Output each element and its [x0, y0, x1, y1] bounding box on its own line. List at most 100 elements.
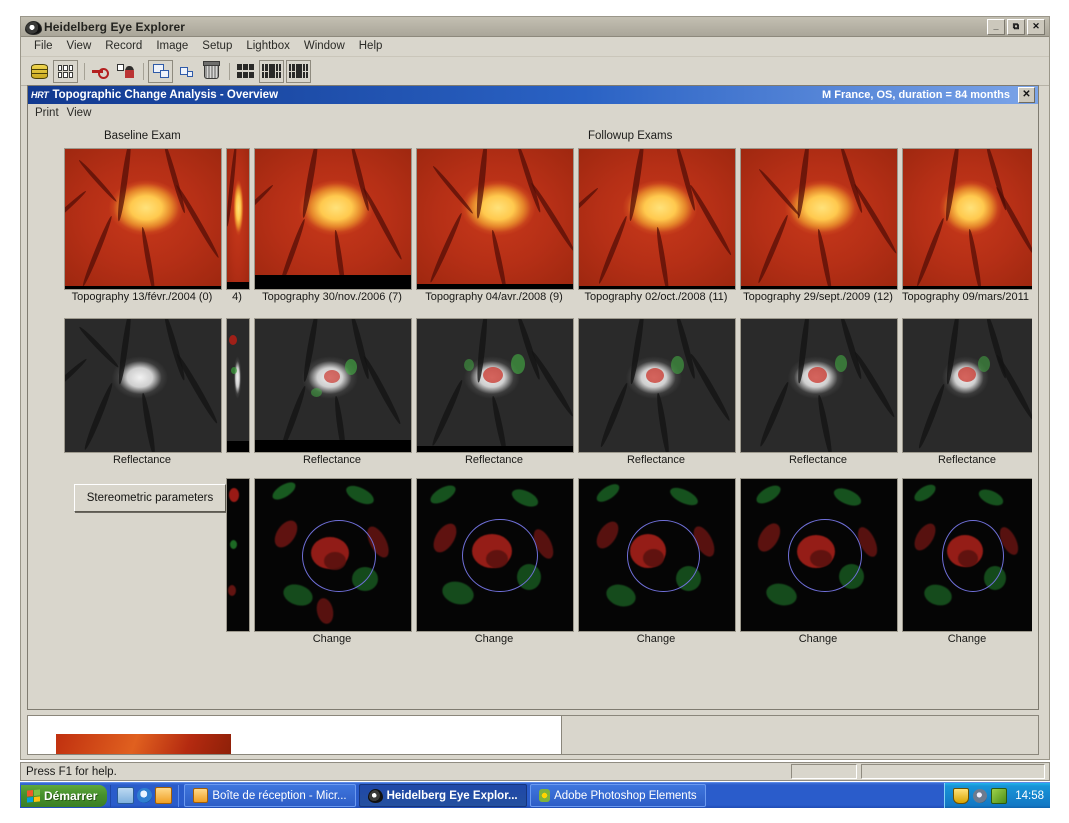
topography-caption-partial: 4): [232, 291, 242, 303]
tca-menu-print[interactable]: Print: [35, 106, 67, 120]
shield-icon[interactable]: [953, 787, 970, 804]
internet-explorer-icon[interactable]: [137, 788, 153, 803]
change-caption: Change: [312, 633, 352, 645]
main-titlebar: Heidelberg Eye Explorer _ ⧉ ✕: [21, 17, 1049, 37]
menu-setup[interactable]: Setup: [195, 38, 239, 55]
reflectance-image[interactable]: [740, 318, 898, 453]
reflectance-image[interactable]: [64, 318, 222, 453]
patient-grid-icon[interactable]: [53, 59, 78, 83]
toolbar-separator-1: [80, 61, 89, 82]
taskbar-item-label: Adobe Photoshop Elements: [554, 789, 697, 802]
change-column-followup-5: Change: [902, 478, 1032, 646]
column-followup-5: Topography 09/mars/2011 (16): [902, 148, 1032, 304]
change-caption: Change: [636, 633, 676, 645]
two-windows-icon[interactable]: [148, 59, 173, 83]
person-icon[interactable]: [114, 61, 137, 82]
patient-info: M France, OS, duration = 84 months: [822, 89, 1010, 101]
reflectance-caption: Reflectance: [302, 454, 362, 466]
reflectance-image[interactable]: [416, 318, 574, 453]
reflectance-column-followup-3: Reflectance: [578, 318, 736, 467]
taskbar-item-heidelberg[interactable]: Heidelberg Eye Explor...: [358, 784, 527, 807]
taskbar-item-label: Heidelberg Eye Explor...: [386, 789, 518, 802]
database-icon[interactable]: [28, 61, 51, 82]
topography-caption: Topography 29/sept./2009 (12): [743, 291, 893, 303]
reflectance-image[interactable]: [254, 318, 412, 453]
reflectance-column-followup-4: Reflectance: [740, 318, 898, 467]
topography-image[interactable]: [416, 148, 574, 290]
topography-caption: Topography 30/nov./2006 (7): [262, 291, 402, 303]
trash-icon[interactable]: [200, 61, 223, 82]
menu-window[interactable]: Window: [297, 38, 352, 55]
lightbox-overview-icon[interactable]: [286, 59, 311, 83]
stereometric-parameters-button[interactable]: Stereometric parameters: [74, 484, 226, 512]
main-toolbar: [21, 57, 1049, 86]
status-pane-1: [791, 764, 857, 779]
image-grid: Topography 13/févr./2004 (0) 4) Topograp…: [36, 148, 1032, 680]
desktop-icon[interactable]: [117, 787, 135, 804]
change-image[interactable]: [416, 478, 574, 632]
taskbar-item-outlook[interactable]: Boîte de réception - Micr...: [184, 784, 356, 807]
small-windows-icon[interactable]: [175, 61, 198, 82]
key-icon[interactable]: [89, 61, 112, 82]
menu-image[interactable]: Image: [149, 38, 195, 55]
change-image[interactable]: [578, 478, 736, 632]
background-thumbnail: [56, 734, 231, 754]
topography-caption: Topography 09/mars/2011 (16): [902, 291, 1032, 303]
tca-titlebar: HRT Topographic Change Analysis - Overvi…: [28, 86, 1038, 104]
topography-image[interactable]: [64, 148, 222, 290]
topography-image[interactable]: [254, 148, 412, 290]
task-buttons: Boîte de réception - Micr... Heidelberg …: [179, 784, 706, 807]
status-bar: Press F1 for help.: [20, 762, 1050, 781]
topography-image[interactable]: [902, 148, 1032, 290]
main-menubar: File View Record Image Setup Lightbox Wi…: [21, 37, 1049, 57]
baseline-exam-header: Baseline Exam: [104, 130, 181, 142]
reflectance-caption: Reflectance: [626, 454, 686, 466]
restore-button[interactable]: ⧉: [1007, 18, 1025, 35]
column-headers: Baseline Exam Followup Exams: [36, 126, 1032, 148]
tca-menu-view[interactable]: View: [67, 106, 100, 120]
reflectance-image-partial[interactable]: [226, 318, 250, 453]
followup-exams-header: Followup Exams: [588, 130, 673, 142]
change-image-partial[interactable]: [226, 478, 250, 632]
lightbox-3x2-icon[interactable]: [234, 61, 257, 82]
start-button[interactable]: Démarrer: [21, 784, 108, 807]
reflectance-column-followup-5: Reflectance: [902, 318, 1032, 467]
menu-record[interactable]: Record: [98, 38, 149, 55]
network-icon[interactable]: [973, 788, 988, 803]
menu-view[interactable]: View: [60, 38, 99, 55]
topography-image-partial[interactable]: [226, 148, 250, 290]
menu-lightbox[interactable]: Lightbox: [239, 38, 296, 55]
change-image[interactable]: [254, 478, 412, 632]
topography-caption: Topography 13/févr./2004 (0): [71, 291, 213, 303]
sync-icon[interactable]: [991, 787, 1008, 804]
reflectance-caption: Reflectance: [112, 454, 172, 466]
change-image[interactable]: [902, 478, 1032, 632]
lightbox-compare-icon[interactable]: [259, 59, 284, 83]
start-label: Démarrer: [44, 788, 98, 803]
reflectance-column-baseline: Reflectance: [64, 318, 222, 467]
minimize-button[interactable]: _: [987, 18, 1005, 35]
change-column-followup-3: Change: [578, 478, 736, 646]
column-followup-1: Topography 30/nov./2006 (7): [254, 148, 412, 304]
menu-file[interactable]: File: [27, 38, 60, 55]
status-text: Press F1 for help.: [26, 765, 117, 778]
reflectance-caption: Reflectance: [464, 454, 524, 466]
change-column-followup-1: Change: [254, 478, 412, 646]
column-partial: 4): [226, 148, 250, 304]
main-window: Heidelberg Eye Explorer _ ⧉ ✕ File View …: [20, 16, 1050, 760]
menu-help[interactable]: Help: [352, 38, 390, 55]
quick-launch-bar: [110, 784, 180, 807]
status-pane-2: [861, 764, 1045, 779]
eye-icon: [25, 20, 42, 35]
reflectance-caption: Reflectance: [937, 454, 997, 466]
change-image[interactable]: [740, 478, 898, 632]
taskbar-item-photoshop[interactable]: Adobe Photoshop Elements: [529, 784, 706, 807]
tca-close-button[interactable]: ✕: [1018, 87, 1035, 103]
topography-image[interactable]: [578, 148, 736, 290]
reflectance-image[interactable]: [578, 318, 736, 453]
toolbar-separator-3: [225, 61, 234, 82]
reflectance-image[interactable]: [902, 318, 1032, 453]
topography-image[interactable]: [740, 148, 898, 290]
outlook-icon[interactable]: [155, 787, 173, 804]
close-button[interactable]: ✕: [1027, 18, 1045, 35]
